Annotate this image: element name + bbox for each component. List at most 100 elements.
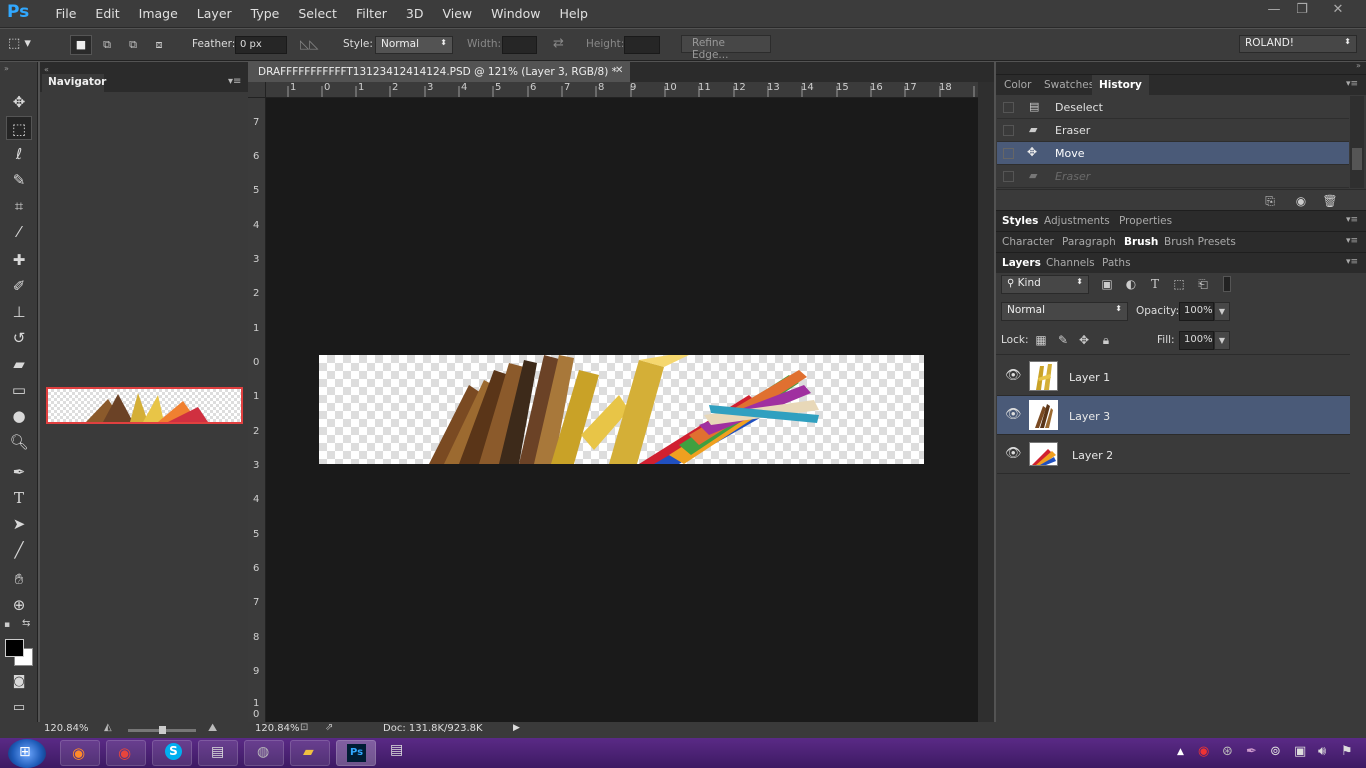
quick-selection-icon[interactable]: ✎ (6, 168, 32, 192)
history-row[interactable]: ▰ Eraser (997, 119, 1349, 142)
type-filter-icon[interactable]: T (1147, 276, 1163, 292)
tab-brush-presets[interactable]: Brush Presets (1164, 236, 1236, 248)
menu-3d[interactable]: 3D (396, 6, 433, 21)
zoom-out-icon[interactable]: ◭ (104, 722, 112, 733)
tab-brush[interactable]: Brush (1124, 236, 1158, 248)
menu-layer[interactable]: Layer (187, 6, 241, 21)
document-tab[interactable]: DRAFFFFFFFFFFFT13123412414124.PSD @ 121%… (248, 62, 630, 82)
pen-tool-icon[interactable]: ✒ (6, 460, 32, 484)
dodge-tool-icon[interactable]: 🔍︎ (6, 430, 32, 454)
chevron-down-icon[interactable]: ▼ (1214, 302, 1230, 321)
menu-view[interactable]: View (433, 6, 482, 21)
document-zoom[interactable]: 120.84% (255, 723, 300, 734)
layer-row[interactable]: 👁︎ Layer 1 (997, 357, 1350, 396)
tab-character[interactable]: Character (1002, 236, 1054, 248)
start-button[interactable]: ⊞ (8, 739, 46, 768)
swap-colors-icon[interactable]: ⇆ (22, 618, 30, 629)
menu-type[interactable]: Type (241, 6, 289, 21)
crop-tool-icon[interactable]: ⌗ (6, 194, 32, 218)
eyedropper-icon[interactable]: ⁄ (6, 220, 32, 244)
tray-app-icon[interactable]: ⊛ (1222, 744, 1233, 759)
workspace-dropdown[interactable]: ROLAND! ⬍ (1239, 35, 1357, 53)
anti-alias-icon[interactable]: ◺◺ (300, 37, 318, 51)
collapse-dock-icon[interactable]: » (1356, 61, 1361, 70)
panel-menu-icon[interactable]: ▾≡ (1346, 215, 1358, 225)
history-row-selected[interactable]: ✥ Move (997, 142, 1349, 165)
line-tool-icon[interactable]: ╱ (6, 538, 32, 562)
document-scrollbar[interactable] (978, 82, 994, 722)
quick-mask-icon[interactable]: ◙ (6, 670, 32, 694)
scroll-thumb[interactable] (1352, 148, 1362, 170)
smart-object-filter-icon[interactable]: ⎗ (1195, 276, 1211, 292)
ruler-origin[interactable] (248, 82, 266, 98)
chrome-taskbar-icon[interactable]: ◉ (106, 740, 146, 766)
notification-icon[interactable]: ⚑ (1341, 744, 1353, 759)
chevron-down-icon[interactable]: ▼ (1214, 331, 1230, 350)
blend-mode-dropdown[interactable]: Normal ⬍ (1001, 302, 1128, 321)
history-brush-source[interactable] (1003, 102, 1014, 113)
opacity-input[interactable]: 100% (1179, 302, 1214, 321)
clone-stamp-icon[interactable]: ⊥ (6, 300, 32, 324)
screen-mode-icon[interactable]: ▭ (6, 696, 32, 720)
trash-icon[interactable]: 🗑︎ (1322, 193, 1338, 209)
eye-icon[interactable]: 👁︎ (1005, 446, 1022, 461)
tray-app-icon[interactable]: ◉ (1198, 744, 1209, 759)
volume-icon[interactable]: 🔊︎ (1318, 744, 1326, 759)
tab-styles[interactable]: Styles (1002, 215, 1038, 227)
tray-expand-icon[interactable]: ▲ (1177, 747, 1184, 757)
healing-brush-icon[interactable]: ✚ (6, 248, 32, 272)
width-input[interactable] (502, 36, 537, 54)
history-brush-source[interactable] (1003, 125, 1014, 136)
tab-color[interactable]: Color (1004, 79, 1031, 91)
collapse-icon[interactable]: » (4, 64, 9, 73)
history-scrollbar[interactable] (1350, 96, 1364, 188)
default-colors-icon[interactable]: ▪ (4, 620, 10, 630)
lasso-tool-icon[interactable]: ℓ (6, 142, 32, 166)
move-tool-icon[interactable]: ✥ (6, 90, 32, 114)
navigator-zoom[interactable]: 120.84% (44, 723, 89, 734)
menu-image[interactable]: Image (129, 6, 187, 21)
firefox-taskbar-icon[interactable]: ◉ (60, 740, 100, 766)
fill-input[interactable]: 100% (1179, 331, 1214, 350)
tab-swatches[interactable]: Swatches (1044, 79, 1094, 91)
gradient-tool-icon[interactable]: ▭ (6, 378, 32, 402)
type-tool-icon[interactable]: T (6, 486, 32, 510)
app-taskbar-icon[interactable]: ◍ (244, 740, 284, 766)
layer-filter-kind-dropdown[interactable]: ⚲ Kind ⬍ (1001, 275, 1089, 294)
menu-help[interactable]: Help (550, 6, 598, 21)
tray-app-icon[interactable]: ⊚ (1270, 744, 1281, 759)
navigator-thumbnail[interactable] (46, 387, 243, 424)
refine-edge-button[interactable]: Refine Edge... (681, 35, 771, 61)
height-input[interactable] (624, 36, 660, 54)
lock-position-icon[interactable]: ✥ (1076, 332, 1092, 348)
path-selection-icon[interactable]: ➤ (6, 512, 32, 536)
tray-pen-icon[interactable]: ✒ (1246, 744, 1257, 759)
menu-window[interactable]: Window (482, 6, 550, 21)
photoshop-taskbar-icon[interactable]: Ps (336, 740, 376, 766)
eye-icon[interactable]: 👁︎ (1005, 368, 1022, 383)
panel-menu-icon[interactable]: ▾≡ (1346, 257, 1358, 267)
lock-transparency-icon[interactable]: ▦ (1033, 332, 1049, 348)
history-brush-icon[interactable]: ↺ (6, 326, 32, 350)
history-row[interactable]: ▰ Eraser (997, 165, 1349, 188)
marquee-tool-icon[interactable]: ⬚ (6, 116, 32, 140)
intersect-selection-icon[interactable]: ⧈ (150, 35, 168, 55)
panel-menu-icon[interactable]: ▾≡ (1346, 79, 1358, 89)
zoom-slider-thumb[interactable] (159, 726, 166, 734)
skype-taskbar-icon[interactable]: S (152, 740, 192, 766)
menu-file[interactable]: File (46, 6, 86, 21)
share-icon[interactable]: ⇗ (325, 722, 333, 733)
proof-icon[interactable]: ⊡ (300, 722, 308, 733)
adjustment-filter-icon[interactable]: ◐ (1123, 276, 1139, 292)
history-brush-source[interactable] (1003, 171, 1014, 182)
restore-button[interactable]: ❐ (1289, 2, 1315, 20)
blur-tool-icon[interactable]: ● (6, 404, 32, 428)
eye-icon[interactable]: 👁︎ (1005, 407, 1022, 422)
network-icon[interactable]: ▣ (1294, 744, 1306, 759)
lock-all-icon[interactable]: 🔒︎ (1098, 332, 1114, 348)
history-row[interactable]: ▤ Deselect (997, 96, 1349, 119)
foreground-color-swatch[interactable] (5, 639, 24, 657)
new-snapshot-icon[interactable]: ◉ (1293, 193, 1309, 209)
zoom-tool-icon[interactable]: ⊕ (6, 593, 32, 617)
layer-row-selected[interactable]: 👁︎ Layer 3 (997, 396, 1350, 435)
